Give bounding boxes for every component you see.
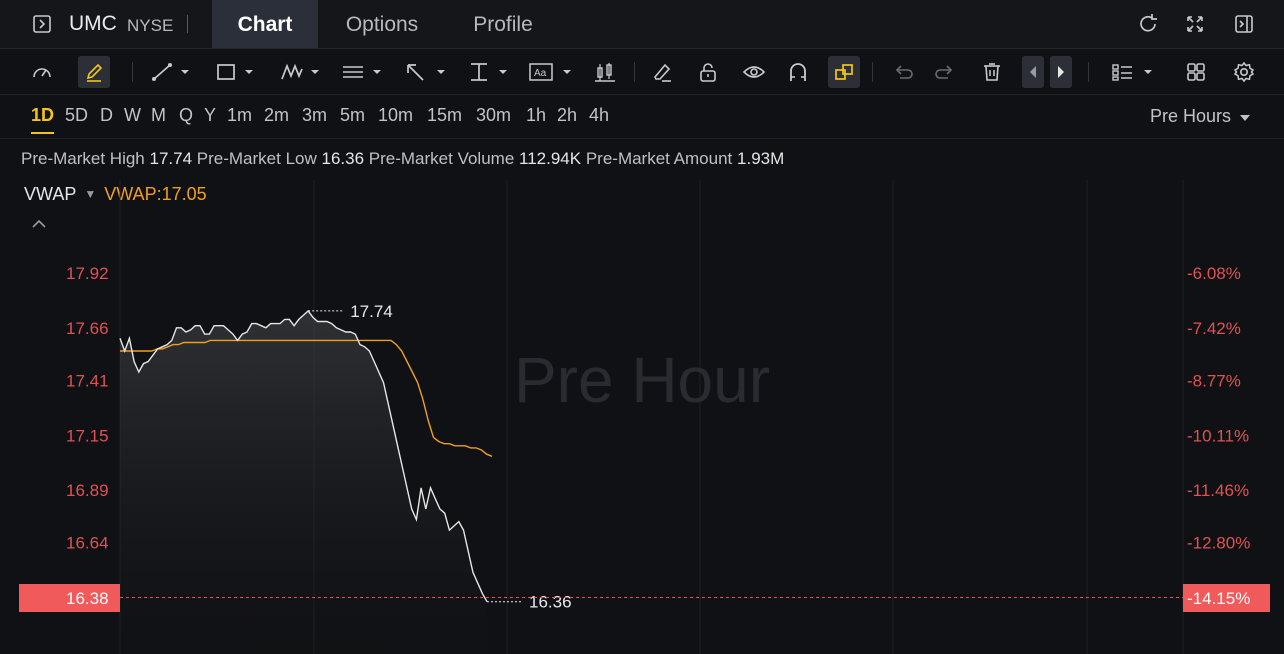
price-chart[interactable]: Pre Hour 17.9217.6617.4117.1516.8916.64 … [0,0,1284,654]
y-axis-left: 17.92 17.66 17.41 17.15 16.89 16.64 [66,264,109,553]
low-marker-label: 16.36 [529,593,572,612]
y-right-tick-label: -8.77% [1187,371,1241,390]
y-right-tick-label: -6.08% [1187,264,1241,283]
current-price-text: 16.38 [66,589,109,608]
y-tick-label: 17.66 [66,319,109,338]
y-right-tick-label: -12.80% [1187,534,1250,553]
y-tick-label: 16.89 [66,481,109,500]
y-tick-label: 16.64 [66,534,109,553]
y-tick-label: 17.41 [66,371,109,390]
y-right-tick-label: -11.46% [1187,481,1249,500]
y-right-tick-label: -10.11% [1187,426,1249,445]
chart-watermark: Pre Hour [514,344,770,416]
current-pct-text: -14.15% [1187,589,1250,608]
price-area [120,310,487,654]
y-right-tick-label: -7.42% [1187,319,1241,338]
y-tick-label: 17.92 [66,264,109,283]
high-marker-label: 17.74 [350,302,393,321]
y-axis-right: -6.08% -7.42% -8.77% -10.11% -11.46% -12.80% [1187,264,1250,553]
y-tick-label: 17.15 [66,426,109,445]
